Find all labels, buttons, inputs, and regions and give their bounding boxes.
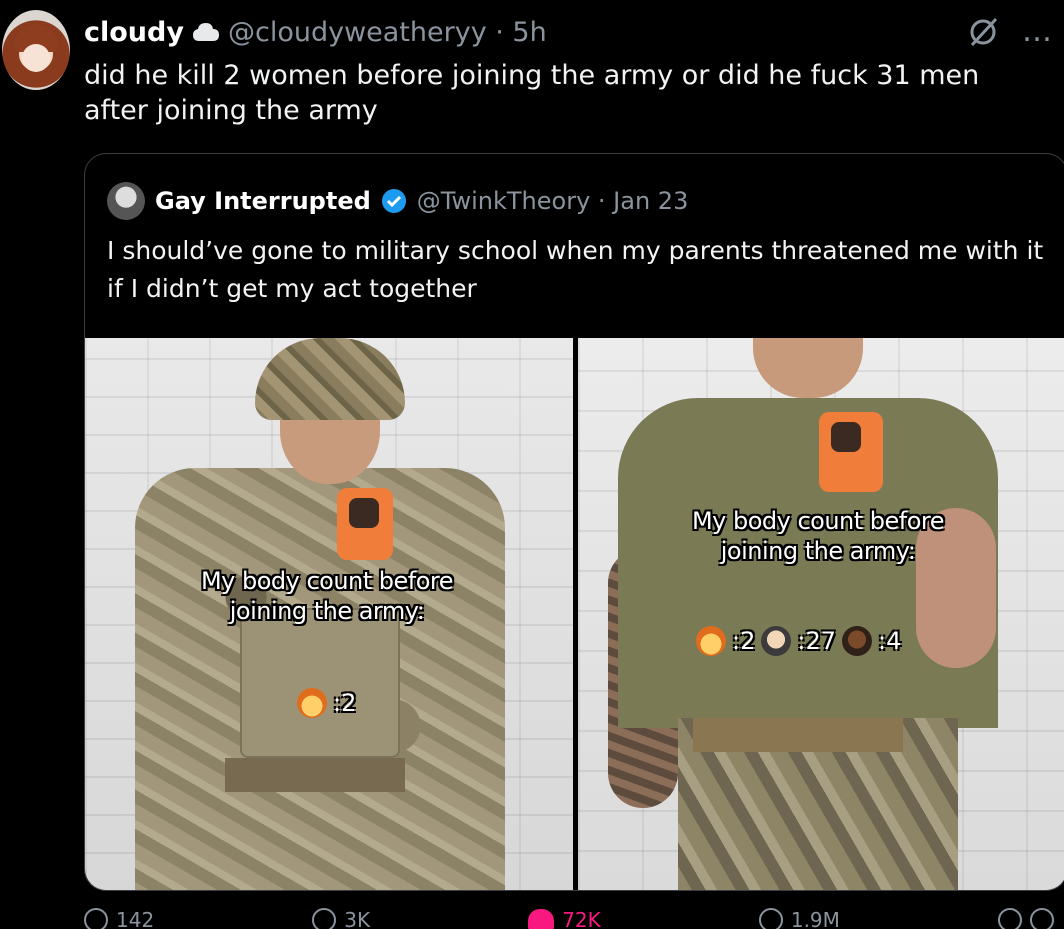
body-counts-left: :2	[297, 688, 356, 718]
quote-image-left[interactable]: My body count before joining the army: :…	[85, 338, 573, 890]
like-count: 72K	[562, 908, 601, 929]
image-caption-left: My body count before joining the army:	[200, 567, 454, 625]
retweet-icon	[312, 908, 337, 929]
reply-icon	[84, 908, 108, 929]
views-button[interactable]: 1.9M	[758, 908, 840, 929]
image-caption-right: My body count before joining the army:	[691, 507, 945, 565]
quote-author-avatar[interactable]	[107, 182, 145, 220]
action-bar: 142 3K 72K 1.9M	[84, 908, 1054, 929]
reply-count: 142	[116, 908, 155, 929]
verified-icon	[381, 189, 406, 213]
count-value: :2	[333, 689, 357, 717]
quote-text: I should’ve gone to military school when…	[107, 236, 1044, 303]
quote-header: Gay Interrupted @TwinkTheory · Jan 23	[107, 182, 688, 220]
phone-right	[819, 412, 883, 492]
share-actions[interactable]	[997, 908, 1054, 929]
belt	[693, 718, 903, 752]
share-icon[interactable]	[1029, 908, 1054, 929]
quote-author-handle-time[interactable]: @TwinkTheory · Jan 23	[417, 187, 689, 215]
views-icon	[758, 908, 783, 929]
soldier-helmet	[255, 338, 405, 420]
more-icon[interactable]: …	[1022, 14, 1052, 49]
woman-icon	[297, 688, 327, 718]
count-value: :27	[797, 627, 836, 655]
face-chin	[753, 338, 863, 398]
plate-carrier	[240, 608, 400, 758]
retweet-count: 3K	[344, 908, 371, 929]
tweet-text: did he kill 2 women before joining the a…	[84, 60, 980, 126]
phone-left	[337, 488, 393, 560]
belt	[225, 758, 405, 792]
quoted-tweet[interactable]: Gay Interrupted @TwinkTheory · Jan 23 I …	[84, 153, 1064, 891]
view-count: 1.9M	[790, 908, 840, 929]
author-name[interactable]: cloudy	[84, 17, 184, 48]
man-beard-icon	[761, 626, 792, 656]
tweet-header: cloudy @cloudyweatheryy · 5h	[84, 14, 547, 50]
retweet-button[interactable]: 3K	[312, 908, 370, 929]
avatar-face	[22, 44, 50, 72]
bookmark-icon[interactable]	[997, 908, 1022, 929]
like-button[interactable]: 72K	[528, 908, 601, 929]
man-dark-icon	[841, 626, 872, 656]
header-icons: …	[966, 14, 1052, 49]
grok-icon[interactable]	[966, 15, 1000, 49]
heart-icon	[528, 909, 555, 929]
author-avatar[interactable]	[2, 10, 70, 90]
reply-button[interactable]: 142	[84, 908, 154, 929]
cloud-icon	[192, 23, 219, 41]
count-value: :2	[732, 627, 756, 655]
quote-author-name[interactable]: Gay Interrupted	[155, 187, 371, 215]
count-value: :4	[877, 627, 902, 655]
woman-icon	[696, 626, 726, 656]
body-counts-right: :2 :27 :4	[696, 626, 901, 656]
author-handle-time[interactable]: @cloudyweatheryy · 5h	[228, 17, 547, 48]
quote-image-right[interactable]: My body count before joining the army: :…	[578, 338, 1064, 890]
